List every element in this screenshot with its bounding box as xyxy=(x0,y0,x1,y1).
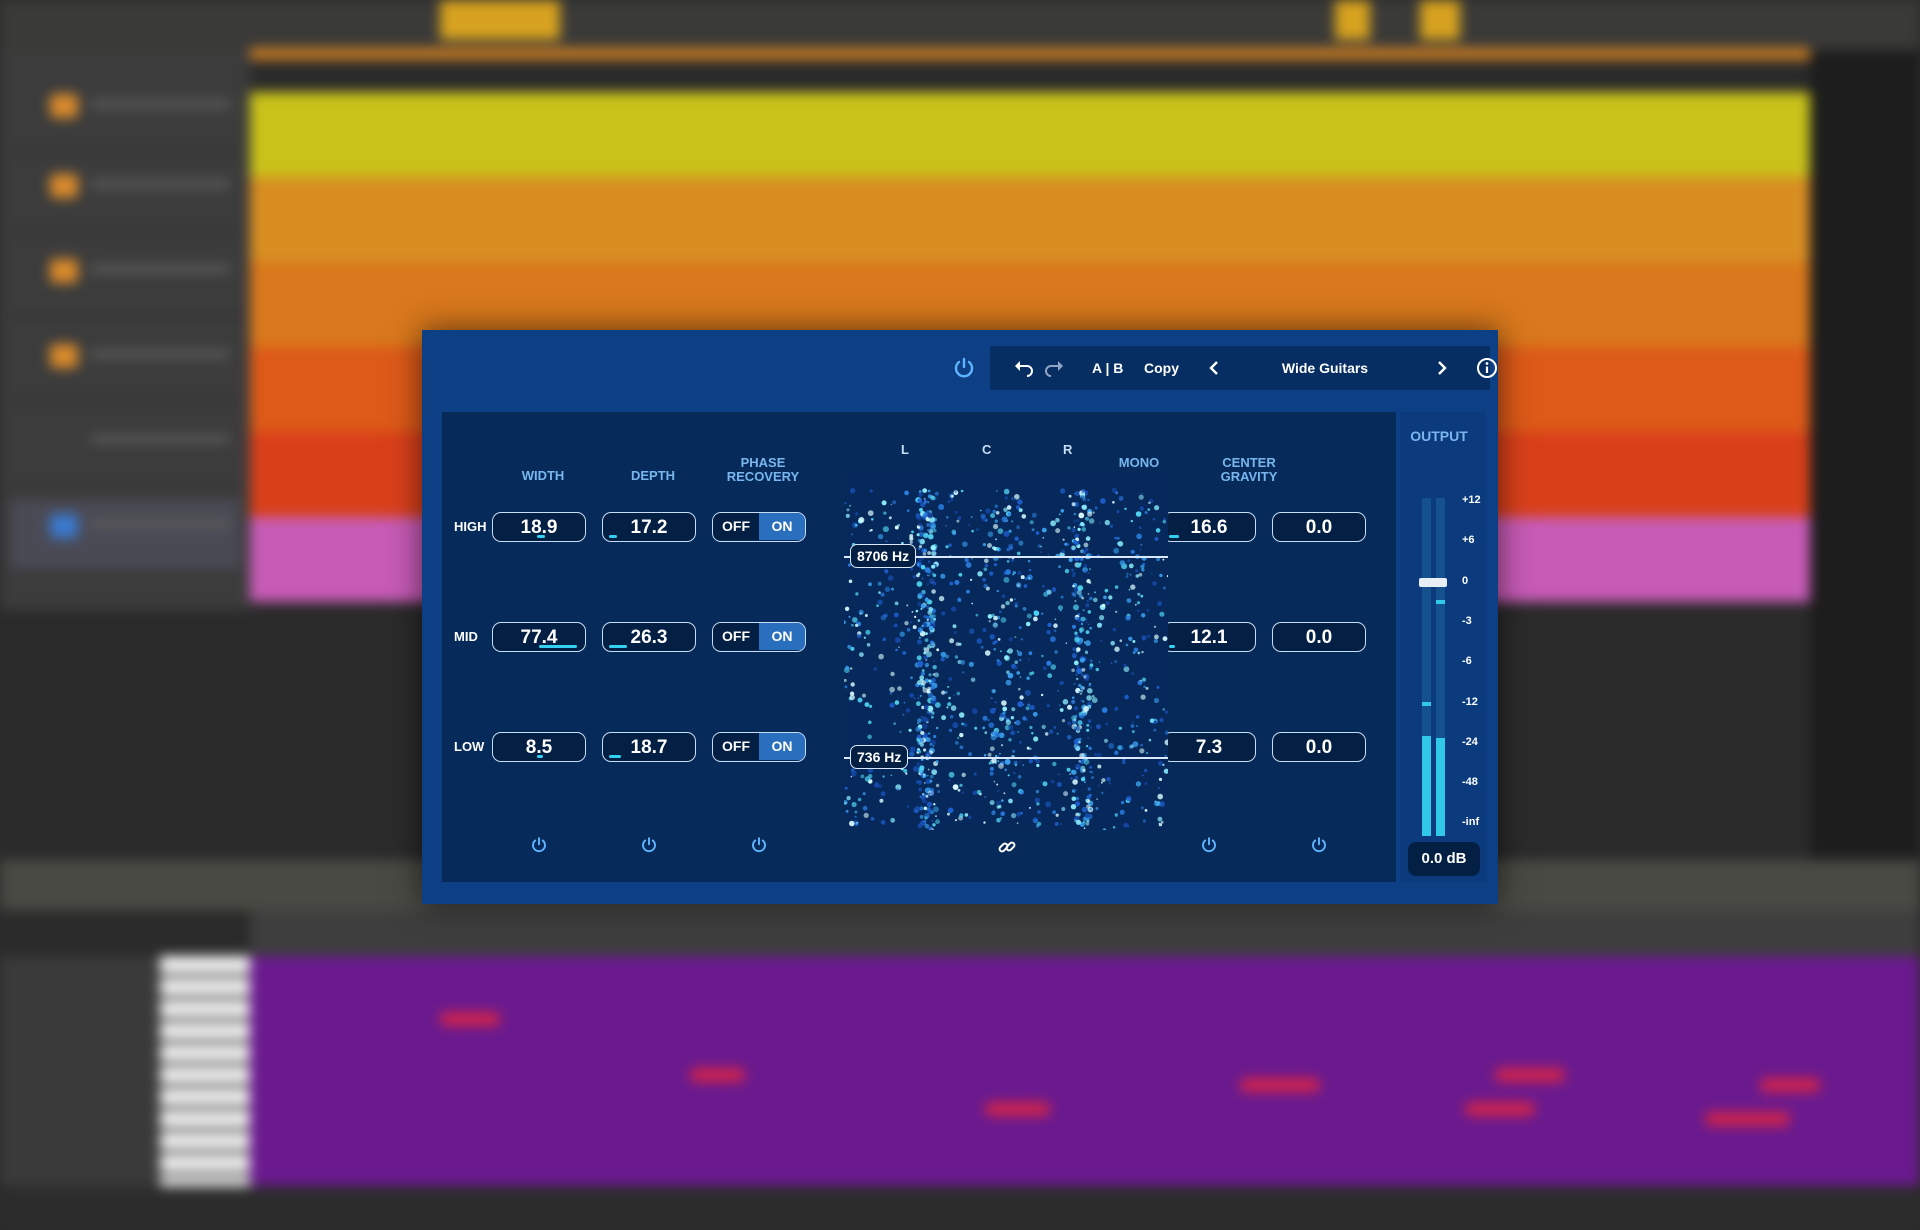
center-gravity-bypass-power-icon[interactable] xyxy=(1310,836,1328,854)
high-width-knob[interactable]: 18.9 xyxy=(492,512,586,542)
output-meter-right xyxy=(1436,498,1445,836)
mid-center-gravity-knob[interactable]: 0.0 xyxy=(1272,622,1366,652)
meter-scale-label: -3 xyxy=(1462,615,1472,627)
daw-track-lane xyxy=(250,92,1810,177)
low-mono-spread-knob[interactable]: 7.3 xyxy=(1162,732,1256,762)
center-gravity-header: CENTER GRAVITY xyxy=(1220,455,1278,484)
output-gain-fader[interactable] xyxy=(1419,578,1447,587)
daw-track-lane xyxy=(250,177,1810,262)
band-label-mid: MID xyxy=(454,629,478,644)
daw-editor-ruler xyxy=(250,910,1920,956)
depth-bypass-power-icon[interactable] xyxy=(640,836,658,854)
daw-track-list xyxy=(0,50,250,610)
previous-preset-icon[interactable] xyxy=(1208,360,1220,376)
mono-spread-bypass-power-icon[interactable] xyxy=(1200,836,1218,854)
high-crossover-frequency[interactable]: 8706 Hz xyxy=(850,544,917,568)
scope-center-label: C xyxy=(982,442,992,457)
copy-button[interactable]: Copy xyxy=(1144,346,1179,390)
high-phase-recovery-toggle[interactable]: OFF ON xyxy=(712,512,806,542)
output-title: OUTPUT xyxy=(1410,428,1468,444)
piano-keyboard xyxy=(160,956,250,1186)
low-depth-knob[interactable]: 18.7 xyxy=(602,732,696,762)
high-center-gravity-knob[interactable]: 0.0 xyxy=(1272,512,1366,542)
next-preset-icon[interactable] xyxy=(1436,360,1448,376)
depth-header: DEPTH xyxy=(630,468,676,483)
high-depth-knob[interactable]: 17.2 xyxy=(602,512,696,542)
preset-toolbar: A | B Copy Wide Guitars xyxy=(990,346,1497,390)
mid-phase-recovery-toggle[interactable]: OFF ON xyxy=(712,622,806,652)
meter-scale-label: +6 xyxy=(1462,534,1475,546)
piano-roll xyxy=(250,956,1920,1186)
meter-scale-label: -24 xyxy=(1462,736,1478,748)
band-label-low: LOW xyxy=(454,739,485,754)
scope-left-label: L xyxy=(901,442,909,457)
meter-scale-label: -6 xyxy=(1462,655,1472,667)
band-label-high: HIGH xyxy=(454,519,487,534)
output-gain-readout[interactable]: 0.0 dB xyxy=(1408,842,1480,876)
low-width-knob[interactable]: 8.5 xyxy=(492,732,586,762)
band-controls-panel: WIDTH DEPTH PHASE RECOVERY MONO SPREAD C… xyxy=(442,412,1396,882)
plugin-power-icon[interactable] xyxy=(952,356,976,380)
scope-right-label: R xyxy=(1063,442,1073,457)
phase-recovery-bypass-power-icon[interactable] xyxy=(750,836,768,854)
meter-scale-label: -12 xyxy=(1462,696,1478,708)
phase-recovery-header: PHASE RECOVERY xyxy=(726,455,800,484)
meter-scale-label: -48 xyxy=(1462,776,1478,788)
redo-icon[interactable] xyxy=(1044,359,1064,377)
meter-scale-label: -inf xyxy=(1462,816,1480,828)
info-icon[interactable] xyxy=(1476,357,1498,379)
scope-particles xyxy=(844,487,1168,830)
stereo-scope-display[interactable]: 8706 Hz 736 Hz xyxy=(844,472,1168,830)
output-meter-left xyxy=(1422,498,1431,836)
mid-mono-spread-knob[interactable]: 12.1 xyxy=(1162,622,1256,652)
preset-name[interactable]: Wide Guitars xyxy=(1220,346,1430,390)
stereo-imager-plugin: A | B Copy Wide Guitars WIDTH DEPTH PHAS… xyxy=(422,330,1498,904)
width-bypass-power-icon[interactable] xyxy=(530,836,548,854)
low-crossover-frequency[interactable]: 736 Hz xyxy=(850,745,909,769)
width-header: WIDTH xyxy=(521,468,565,483)
link-icon[interactable] xyxy=(997,837,1017,857)
meter-scale-label: 0 xyxy=(1462,575,1469,587)
high-mono-spread-knob[interactable]: 16.6 xyxy=(1162,512,1256,542)
daw-timeline xyxy=(250,48,1810,60)
mid-width-knob[interactable]: 77.4 xyxy=(492,622,586,652)
daw-bottom-bar xyxy=(0,1186,1920,1230)
meter-scale-label: +12 xyxy=(1462,494,1481,506)
low-center-gravity-knob[interactable]: 0.0 xyxy=(1272,732,1366,762)
ab-compare-button[interactable]: A | B xyxy=(1092,346,1123,390)
undo-icon[interactable] xyxy=(1014,359,1034,377)
mid-depth-knob[interactable]: 26.3 xyxy=(602,622,696,652)
output-section: OUTPUT +12 +6 0 -3 -6 -12 -24 -48 -inf 0… xyxy=(1400,412,1486,882)
low-phase-recovery-toggle[interactable]: OFF ON xyxy=(712,732,806,762)
daw-top-toolbar xyxy=(0,0,1920,50)
